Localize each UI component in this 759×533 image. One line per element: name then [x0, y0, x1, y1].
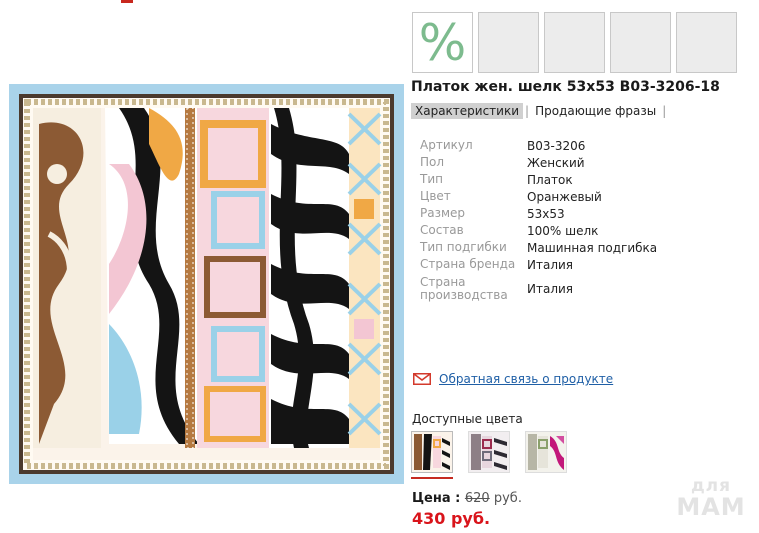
tab-characteristics[interactable]: Характеристики — [411, 102, 524, 119]
spec-row: Состав 100% шелк — [420, 222, 657, 239]
spec-value: Платок — [527, 172, 573, 187]
spec-key: Размер — [420, 206, 466, 220]
thumbnail[interactable] — [478, 12, 539, 73]
spec-row: Артикул B03-3206 — [420, 137, 657, 154]
spec-value: Машинная подгибка — [527, 240, 658, 255]
main-product-image[interactable] — [9, 84, 404, 484]
old-price: 620 руб. — [465, 491, 522, 506]
spec-value: Италия — [527, 281, 574, 296]
tab-separator: | — [662, 103, 667, 118]
thumbnail[interactable] — [610, 12, 671, 73]
new-price: 430 руб. — [412, 509, 491, 528]
spec-key: Цвет — [420, 189, 451, 203]
spec-row: Тип Платок — [420, 171, 657, 188]
spec-value: Оранжевый — [527, 189, 602, 204]
spec-key: Страна бренда — [420, 257, 516, 271]
tab-selling-phrases[interactable]: Продающие фразы — [531, 103, 660, 119]
spec-row: Тип подгибки Машинная подгибка — [420, 239, 657, 256]
old-price-value: 620 — [464, 491, 490, 506]
price-row: Цена : 620 руб. — [412, 491, 522, 506]
color-swatch[interactable] — [525, 431, 567, 473]
spec-row: Страна бренда Италия — [420, 256, 657, 273]
spec-row: Размер 53x53 — [420, 205, 657, 222]
spec-value: 53x53 — [527, 206, 565, 221]
spec-key: Пол — [420, 155, 445, 169]
thumbnail[interactable] — [676, 12, 737, 73]
available-colors-label: Доступные цвета — [412, 412, 523, 426]
specs-table: Артикул B03-3206 Пол Женский Тип Платок Цве… — [420, 137, 657, 304]
price-label: Цена : — [412, 491, 461, 506]
spec-key: Тип подгибки — [420, 240, 507, 254]
envelope-icon — [413, 373, 431, 385]
spec-value: B03-3206 — [527, 138, 586, 153]
tab-separator: | — [525, 103, 530, 118]
color-swatch[interactable] — [411, 431, 453, 473]
spec-value: 100% шелк — [527, 223, 599, 238]
product-title: Платок жен. шелк 53x53 B03-3206-18 — [411, 79, 720, 95]
percent-icon: % — [418, 13, 467, 72]
feedback-link-row: Обратная связь о продукте — [413, 372, 613, 386]
spec-key: Состав — [420, 223, 464, 237]
spec-value: Женский — [527, 155, 585, 170]
top-accent-bar — [121, 0, 133, 3]
watermark-line2: МАМ — [676, 493, 746, 521]
spec-key: Артикул — [420, 138, 473, 152]
spec-row: Страна производства Италия — [420, 273, 657, 304]
spec-key: Страна производства — [420, 274, 508, 302]
spec-row: Цвет Оранжевый — [420, 188, 657, 205]
selected-swatch-indicator — [411, 477, 453, 479]
old-price-unit: руб. — [493, 491, 522, 506]
watermark-logo: для МАМ — [676, 478, 746, 521]
thumbnail-discount[interactable]: % — [412, 12, 473, 73]
spec-key: Тип — [420, 172, 443, 186]
color-swatch[interactable] — [468, 431, 510, 473]
spec-row: Пол Женский — [420, 154, 657, 171]
thumbnail[interactable] — [544, 12, 605, 73]
info-tabs: Характеристики | Продающие фразы | — [411, 102, 668, 119]
spec-value: Италия — [527, 257, 574, 272]
feedback-link[interactable]: Обратная связь о продукте — [439, 372, 613, 386]
